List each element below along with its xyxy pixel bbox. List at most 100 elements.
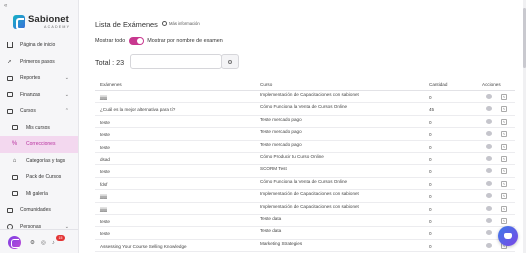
exam-name: teste [100,169,110,175]
sidebar-item-label: Mi galería [26,190,48,197]
pack-icon [11,174,18,181]
sidebar-item-label: Cursos [20,108,36,115]
table-row: teste SCORM Test 0 ✎ [95,165,515,178]
sidebar-item-courses[interactable]: Cursos ⌃ [0,103,78,120]
view-icon[interactable] [486,193,492,199]
search-input[interactable] [130,54,222,69]
sidebar-item-first-steps[interactable]: ➚ Primeros pasos [0,54,78,71]
more-info-link[interactable]: Más información [162,21,200,26]
course-name: SCORM Test [260,166,287,172]
scrollbar-thumb[interactable] [523,8,526,68]
table-header: Exámenes Curso Cantidad Acciones [95,80,515,91]
robot-icon [504,233,512,239]
exam-name: teste [100,231,110,237]
sidebar-footer: ⚙ ◎ ♪ 15 [0,229,78,253]
table-row: dsad Cómo Producir tu Curso Online 0 ✎ [95,153,515,166]
chevron-down-icon: ⌄ [64,91,69,98]
view-icon[interactable] [486,106,492,112]
view-icon[interactable] [486,94,492,99]
table-row: ¿Cuál es la mejor alternativa para tí? Có… [95,103,515,116]
course-name: Teste mercado pago [260,129,302,135]
view-icon[interactable] [486,168,492,174]
view-icon[interactable] [486,217,492,223]
sidebar-item-label: Pack de Cursos [26,174,62,181]
edit-icon[interactable]: ✎ [501,193,507,200]
column-header-exams: Exámenes [100,82,122,87]
bell-icon[interactable]: ♪ [52,240,55,246]
course-name: Teste data [260,228,282,234]
view-icon[interactable] [486,155,492,161]
sidebar-subitem-corrections[interactable]: % Correcciones [0,136,78,153]
sidebar-subitem-my-courses[interactable]: Mis cursos [0,120,78,137]
sidebar-item-finance[interactable]: Finanzas ⌄ [0,87,78,104]
view-icon[interactable] [486,180,492,186]
view-icon[interactable] [486,205,492,211]
assistant-button[interactable] [498,226,518,246]
edit-icon[interactable]: ✎ [501,205,507,212]
edit-icon[interactable]: ✎ [501,143,507,150]
sidebar-subitem-course-pack[interactable]: Pack de Cursos [0,169,78,186]
sidebar-item-communities[interactable]: Comunidades [0,202,78,219]
filter-toggle[interactable] [129,37,145,45]
search-button[interactable] [221,54,239,69]
table-row: jjjjjjj Implementación de Capacitaciones … [95,91,515,104]
course-name: Teste mercado pago [260,141,302,147]
collapse-sidebar-icon[interactable]: « [4,3,7,9]
edit-icon[interactable]: ✎ [501,106,507,113]
reports-icon [6,75,13,82]
sidebar-item-label: Finanzas [20,91,41,98]
edit-icon[interactable]: ✎ [501,168,507,175]
quantity-value: 0 [429,132,432,138]
edit-icon[interactable]: ✎ [501,180,507,187]
quantity-value: 45 [429,107,435,113]
course-name: Cómo Funciona la Venta de Cursos Online [260,104,348,110]
column-header-quantity: Cantidad [429,82,448,87]
table-row: teste Teste mercado pago 0 ✎ [95,141,515,153]
sidebar-item-home[interactable]: Página de inicio [0,37,78,54]
main-content: Lista de Exámenes Más información Mostra… [95,0,520,253]
sidebar-subitem-categories[interactable]: ⌂ Categorías y tags [0,153,78,170]
exam-name: fdsf [100,181,108,187]
course-name: Implementación de Capacitaciones con sab… [260,92,359,97]
sidebar-item-reports[interactable]: Reportes ⌄ [0,70,78,87]
settings-icon[interactable]: ⚙ [30,240,35,246]
brand-logo[interactable]: Sabionet ACADEMY [13,14,73,30]
view-icon[interactable] [486,230,492,236]
avatar[interactable] [8,236,21,249]
sidebar-item-label: Comunidades [20,207,51,214]
edit-icon[interactable]: ✎ [501,94,507,100]
quantity-value: 0 [429,169,432,175]
view-icon[interactable] [486,118,492,124]
edit-icon[interactable]: ✎ [501,217,507,224]
quantity-value: 0 [429,218,432,224]
exam-name: jjjjjjj [100,194,108,200]
quantity-value: 0 [429,243,432,249]
sidebar-item-label: Primeros pasos [20,58,55,65]
view-icon[interactable] [486,131,492,137]
course-name: Cómo Funciona la Venta de Cursos Online [260,178,348,184]
table-row: teste Teste mercado pago 0 ✎ [95,116,515,129]
course-name: Cómo Producir tu Curso Online [260,153,324,159]
exam-name: dsad [100,156,110,162]
brand-name: Sabionet [28,14,69,25]
help-icon[interactable]: ◎ [41,240,46,246]
rocket-icon: ➚ [7,58,12,65]
column-header-course: Curso [260,82,273,87]
edit-icon[interactable]: ✎ [501,131,507,138]
edit-icon[interactable]: ✎ [501,155,507,162]
exam-name: teste [100,132,110,138]
corrections-icon: % [11,141,18,148]
view-icon[interactable] [486,143,492,149]
edit-icon[interactable]: ✎ [501,118,507,125]
table-row: Assessing Your Course Selling Knowledge M… [95,240,515,253]
quantity-value: 0 [429,231,432,237]
exams-table: Exámenes Curso Cantidad Acciones jjjjjjj… [95,80,515,253]
view-icon[interactable] [486,242,492,248]
courses-icon [6,108,13,115]
notification-badge: 15 [56,235,65,241]
sidebar: « Sabionet ACADEMY Página de inicio ➚ Pr… [0,0,79,253]
exam-name: jjjjjjj [100,95,108,100]
toggle-right-label: Mostrar por nombre de examen [147,38,223,44]
quantity-value: 0 [429,144,432,150]
sidebar-subitem-gallery[interactable]: Mi galería [0,186,78,203]
